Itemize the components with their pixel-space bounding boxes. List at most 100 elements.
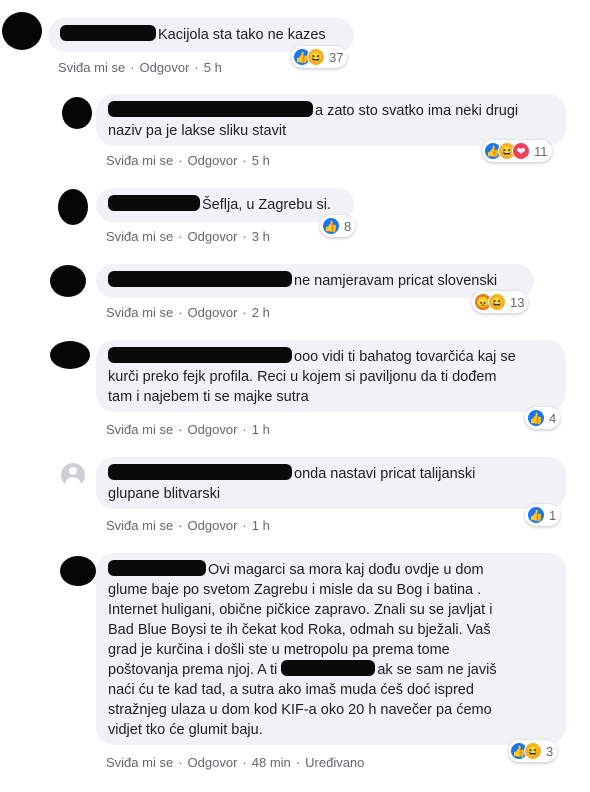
separator: · [178, 153, 183, 168]
avatar[interactable] [62, 97, 92, 129]
redacted-name [108, 464, 292, 480]
comment-actions: Sviđa mi se · Odgovor · 5 h [58, 60, 222, 75]
reply-button[interactable]: Odgovor [188, 153, 238, 168]
timestamp[interactable]: 5 h [204, 60, 222, 75]
separator: · [178, 755, 183, 770]
comment-actions: Sviđa mi se · Odgovor · 48 min · Uređivano [106, 755, 364, 770]
like-button[interactable]: Sviđa mi se [106, 518, 173, 533]
edited-link[interactable]: Uređivano [305, 755, 364, 770]
reply-button[interactable]: Odgovor [188, 305, 238, 320]
comment-bubble: ooo vidi ti bahatog tovarčića kaj se kur… [96, 340, 566, 412]
like-icon: 👍 [322, 217, 340, 235]
avatar[interactable] [50, 265, 86, 297]
comment-actions: Sviđa mi se · Odgovor · 5 h [106, 153, 270, 168]
comment-bubble: onda nastavi pricat talijanski glupane b… [96, 457, 566, 509]
reaction-count: 3 [546, 743, 554, 759]
timestamp[interactable]: 5 h [252, 153, 270, 168]
reaction-count: 37 [329, 49, 344, 65]
reaction-count: 11 [534, 143, 548, 159]
like-button[interactable]: Sviđa mi se [58, 60, 125, 75]
like-button[interactable]: Sviđa mi se [106, 422, 173, 437]
reaction-count: 8 [344, 218, 352, 234]
comment-actions: Sviđa mi se · Odgovor · 1 h [106, 518, 270, 533]
timestamp[interactable]: 2 h [252, 305, 270, 320]
separator: · [178, 422, 183, 437]
reactions-summary[interactable]: 😠 😆 13 [472, 291, 529, 313]
avatar-head [69, 467, 77, 475]
redacted-name [108, 271, 292, 287]
haha-icon: 😆 [488, 293, 506, 311]
comment-text-line: kurči preko fejk profila. Reci u kojem s… [108, 369, 497, 385]
comment-text-line: glume baje po svetom Zagrebu i misle da … [108, 582, 482, 598]
reactions-summary[interactable]: 👍 😆 37 [291, 46, 348, 68]
reply-button[interactable]: Odgovor [188, 229, 238, 244]
reaction-count: 1 [549, 507, 557, 523]
timestamp[interactable]: 3 h [252, 229, 270, 244]
like-button[interactable]: Sviđa mi se [106, 229, 173, 244]
timestamp[interactable]: 48 min [252, 755, 291, 770]
comment-text-line: Internet huligani, obične pičkice zaprav… [108, 602, 493, 618]
reply-button[interactable]: Odgovor [140, 60, 190, 75]
comment-text-line: Ovi magarci sa mora kaj dođu ovdje u dom [208, 562, 484, 578]
reactions-summary[interactable]: 👍 1 [525, 504, 561, 526]
comment-actions: Sviđa mi se · Odgovor · 2 h [106, 305, 270, 320]
reply-button[interactable]: Odgovor [188, 518, 238, 533]
comment-text-line: glupane blitvarski [108, 486, 221, 502]
avatar[interactable] [50, 341, 90, 369]
comment-text-line: a zato sto svatko ima neki drugi [315, 103, 519, 119]
redacted-name [108, 101, 313, 117]
separator: · [130, 60, 135, 75]
comment-text-line: tam i najebem ti se majke sutra [108, 389, 309, 405]
comment-bubble: ne namjeravam pricat slovenski [96, 264, 534, 298]
comment-actions: Sviđa mi se · Odgovor · 3 h [106, 229, 270, 244]
comment-text: Šeflja, u Zagrebu si. [202, 197, 331, 213]
comment-text-line: naći ću te kad tad, a sutra ako imaš mud… [108, 682, 474, 698]
default-avatar-icon[interactable] [61, 463, 85, 487]
separator: · [242, 229, 247, 244]
comment-text-line: ooo vidi ti bahatog tovarčića kaj se [294, 349, 516, 365]
reactions-summary[interactable]: 👍 4 [525, 407, 561, 429]
comment-text: ne namjeravam pricat slovenski [294, 273, 498, 289]
comment-text-line: onda nastavi pricat talijanski [294, 466, 476, 482]
separator: · [242, 755, 247, 770]
haha-icon: 😆 [524, 742, 542, 760]
redacted-name [108, 560, 206, 576]
like-button[interactable]: Sviđa mi se [106, 153, 173, 168]
reactions-summary[interactable]: 👍 😆 3 [508, 740, 558, 762]
separator: · [178, 518, 183, 533]
avatar[interactable] [60, 556, 96, 586]
haha-icon: 😆 [307, 48, 325, 66]
timestamp[interactable]: 1 h [252, 422, 270, 437]
reply-button[interactable]: Odgovor [188, 422, 238, 437]
comment-bubble: Šeflja, u Zagrebu si. [96, 188, 354, 222]
comment-actions: Sviđa mi se · Odgovor · 1 h [106, 422, 270, 437]
comment-text-line: vidjet tko će glumit baju. [108, 722, 263, 738]
timestamp[interactable]: 1 h [252, 518, 270, 533]
separator: · [242, 305, 247, 320]
reaction-count: 13 [510, 294, 525, 310]
comment-bubble: a zato sto svatko ima neki drugi naziv p… [96, 94, 566, 146]
comment-bubble: Ovi magarci sa mora kaj dođu ovdje u dom… [96, 553, 566, 745]
like-button[interactable]: Sviđa mi se [106, 755, 173, 770]
reactions-summary[interactable]: 👍 8 [320, 215, 356, 237]
separator: · [242, 518, 247, 533]
redacted-name [60, 25, 156, 41]
avatar[interactable] [2, 12, 42, 50]
redacted-name [281, 660, 376, 676]
reply-button[interactable]: Odgovor [188, 755, 238, 770]
like-icon: 👍 [527, 409, 545, 427]
avatar[interactable] [58, 189, 88, 225]
reaction-count: 4 [549, 410, 557, 426]
comment-text-line: stražnjeg ulaza u dom kod KIF-a oko 20 h… [108, 702, 492, 718]
redacted-name [108, 347, 292, 363]
love-icon: ❤ [512, 142, 530, 160]
reactions-summary[interactable]: 👍 😆 ❤ 11 [482, 140, 552, 162]
separator: · [295, 755, 301, 770]
like-button[interactable]: Sviđa mi se [106, 305, 173, 320]
separator: · [242, 422, 247, 437]
comment-text-line: naziv pa je lakse sliku stavit [108, 123, 287, 139]
redacted-name [108, 195, 200, 211]
separator: · [242, 153, 247, 168]
comment-text-line: ak se sam ne javiš [377, 662, 497, 678]
comment-text: Kacijola sta tako ne kazes [158, 27, 326, 43]
